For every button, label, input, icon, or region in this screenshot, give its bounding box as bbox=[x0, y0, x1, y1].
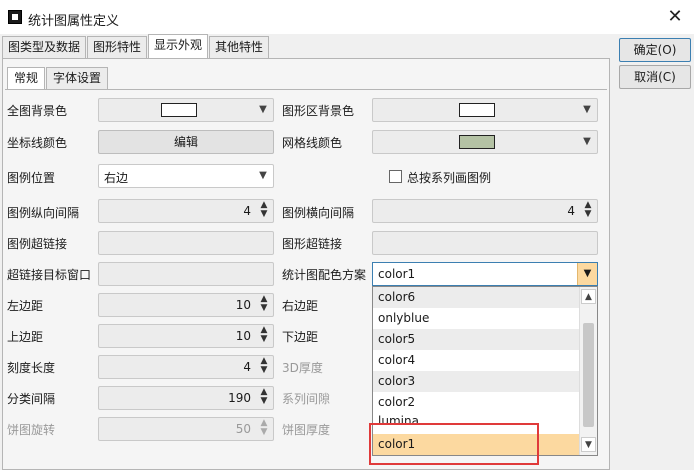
legend-vgap-spinner[interactable]: 4 ▲ ▼ bbox=[98, 199, 274, 223]
chevron-down-icon: ▼ bbox=[583, 104, 591, 115]
color-scheme-dropdown[interactable]: color6 onlyblue color5 color4 color3 col… bbox=[372, 286, 598, 456]
grid-color-select[interactable]: ▼ bbox=[372, 130, 598, 154]
legend-vgap-value: 4 bbox=[243, 204, 251, 218]
dropdown-item[interactable]: lumina bbox=[373, 413, 579, 429]
top-margin-spinner[interactable]: 10 ▲ ▼ bbox=[98, 324, 274, 348]
spinner-arrows-icon[interactable]: ▲ ▼ bbox=[258, 357, 270, 377]
chevron-down-icon: ▼ bbox=[259, 170, 267, 181]
bg-color-select[interactable]: ▼ bbox=[98, 98, 274, 122]
dropdown-item[interactable]: color5 bbox=[373, 329, 579, 350]
pie-rot-label: 饼图旋转 bbox=[7, 423, 56, 437]
tab-type-data[interactable]: 图类型及数据 bbox=[2, 36, 87, 58]
scroll-thumb[interactable] bbox=[583, 323, 594, 427]
legend-vgap-label: 图例纵向间隔 bbox=[7, 206, 80, 220]
spinner-arrows-icon: ▲ ▼ bbox=[260, 418, 268, 437]
spinner-arrows-icon[interactable]: ▲ ▼ bbox=[258, 326, 270, 346]
pie-rot-value: 50 bbox=[235, 422, 251, 436]
ok-button[interactable]: 确定(O) bbox=[619, 38, 691, 62]
dropdown-scrollbar[interactable]: ▲ ▼ bbox=[579, 287, 597, 455]
plot-bg-select[interactable]: ▼ bbox=[372, 98, 598, 122]
graph-link-input[interactable] bbox=[372, 231, 598, 255]
sub-tabs: 常规 字体设置 bbox=[7, 67, 109, 89]
bg-color-swatch bbox=[161, 103, 197, 117]
dropdown-item[interactable]: color4 bbox=[373, 350, 579, 371]
grid-color-swatch bbox=[459, 135, 495, 149]
bottom-margin-label: 下边距 bbox=[282, 330, 319, 344]
link-target-label: 超链接目标窗口 bbox=[7, 268, 92, 282]
cat-gap-spinner[interactable]: 190 ▲ ▼ bbox=[98, 386, 274, 410]
graph-link-label: 图形超链接 bbox=[282, 237, 343, 251]
spinner-arrows-icon[interactable]: ▲ ▼ bbox=[258, 295, 270, 315]
grid-color-label: 网格线颜色 bbox=[282, 136, 343, 150]
cat-gap-label: 分类间隔 bbox=[7, 392, 56, 406]
subtab-font[interactable]: 字体设置 bbox=[46, 67, 109, 89]
dropdown-item[interactable]: color2 bbox=[373, 392, 579, 413]
legend-pos-value: 右边 bbox=[104, 171, 129, 185]
chevron-down-icon: ▼ bbox=[583, 136, 591, 147]
dropdown-item-selected[interactable]: color1 bbox=[373, 434, 579, 455]
legend-pos-label: 图例位置 bbox=[7, 171, 56, 185]
cat-gap-value: 190 bbox=[228, 391, 251, 405]
tick-len-spinner[interactable]: 4 ▲ ▼ bbox=[98, 355, 274, 379]
left-margin-value: 10 bbox=[235, 298, 251, 312]
series-gap-label: 系列间隙 bbox=[282, 392, 331, 406]
spinner-arrows-icon[interactable]: ▲ ▼ bbox=[258, 388, 270, 408]
depth-3d-label: 3D厚度 bbox=[282, 361, 323, 375]
title-bar: 统计图属性定义 ✕ bbox=[0, 0, 694, 34]
spinner-arrows-icon[interactable]: ▲ ▼ bbox=[258, 201, 270, 221]
pie-thickness-label: 饼图厚度 bbox=[282, 423, 331, 437]
pie-rot-spinner: 50 ▲ ▼ bbox=[98, 417, 274, 441]
scroll-up-icon[interactable]: ▲ bbox=[581, 289, 596, 304]
dropdown-item[interactable]: onlyblue bbox=[373, 308, 579, 329]
left-margin-label: 左边距 bbox=[7, 299, 44, 313]
app-icon bbox=[8, 10, 22, 24]
axis-color-label: 坐标线颜色 bbox=[7, 136, 68, 150]
tab-graph-features[interactable]: 图形特性 bbox=[87, 36, 148, 58]
tab-appearance[interactable]: 显示外观 bbox=[148, 34, 209, 58]
scroll-down-icon[interactable]: ▼ bbox=[581, 437, 596, 452]
legend-hgap-spinner[interactable]: 4 ▲ ▼ bbox=[372, 199, 598, 223]
tick-len-value: 4 bbox=[243, 360, 251, 374]
legend-hgap-label: 图例横向间隔 bbox=[282, 206, 355, 220]
top-margin-label: 上边距 bbox=[7, 330, 44, 344]
plot-bg-swatch bbox=[459, 103, 495, 117]
legend-by-series-label: 总按系列画图例 bbox=[407, 171, 492, 185]
window-title: 统计图属性定义 bbox=[28, 14, 120, 29]
color-scheme-label: 统计图配色方案 bbox=[282, 268, 367, 282]
link-target-input[interactable] bbox=[98, 262, 274, 286]
main-tabs: 图类型及数据 图形特性 显示外观 其他特性 bbox=[2, 34, 270, 58]
chevron-down-icon: ▼ bbox=[259, 104, 267, 115]
color-scheme-combo[interactable]: color1 ▼ bbox=[372, 262, 598, 286]
axis-edit-button[interactable]: 编辑 bbox=[98, 130, 274, 154]
chevron-down-icon[interactable]: ▼ bbox=[577, 263, 597, 285]
close-icon[interactable]: ✕ bbox=[664, 6, 686, 28]
legend-link-input[interactable] bbox=[98, 231, 274, 255]
left-margin-spinner[interactable]: 10 ▲ ▼ bbox=[98, 293, 274, 317]
right-margin-label: 右边距 bbox=[282, 299, 319, 313]
dropdown-item[interactable]: color3 bbox=[373, 371, 579, 392]
dropdown-item[interactable]: color6 bbox=[373, 287, 579, 308]
plot-bg-label: 图形区背景色 bbox=[282, 104, 355, 118]
legend-hgap-value: 4 bbox=[567, 204, 575, 218]
tick-len-label: 刻度长度 bbox=[7, 361, 56, 375]
bg-color-label: 全图背景色 bbox=[7, 104, 68, 118]
top-margin-value: 10 bbox=[235, 329, 251, 343]
color-scheme-value: color1 bbox=[378, 267, 416, 281]
legend-by-series-checkbox[interactable] bbox=[389, 170, 402, 183]
spinner-arrows-icon[interactable]: ▲ ▼ bbox=[582, 201, 594, 221]
cancel-button[interactable]: 取消(C) bbox=[619, 65, 691, 89]
legend-link-label: 图例超链接 bbox=[7, 237, 68, 251]
subtab-general[interactable]: 常规 bbox=[7, 67, 46, 89]
legend-pos-select[interactable]: 右边 ▼ bbox=[98, 164, 274, 188]
tab-other-features[interactable]: 其他特性 bbox=[209, 36, 270, 58]
